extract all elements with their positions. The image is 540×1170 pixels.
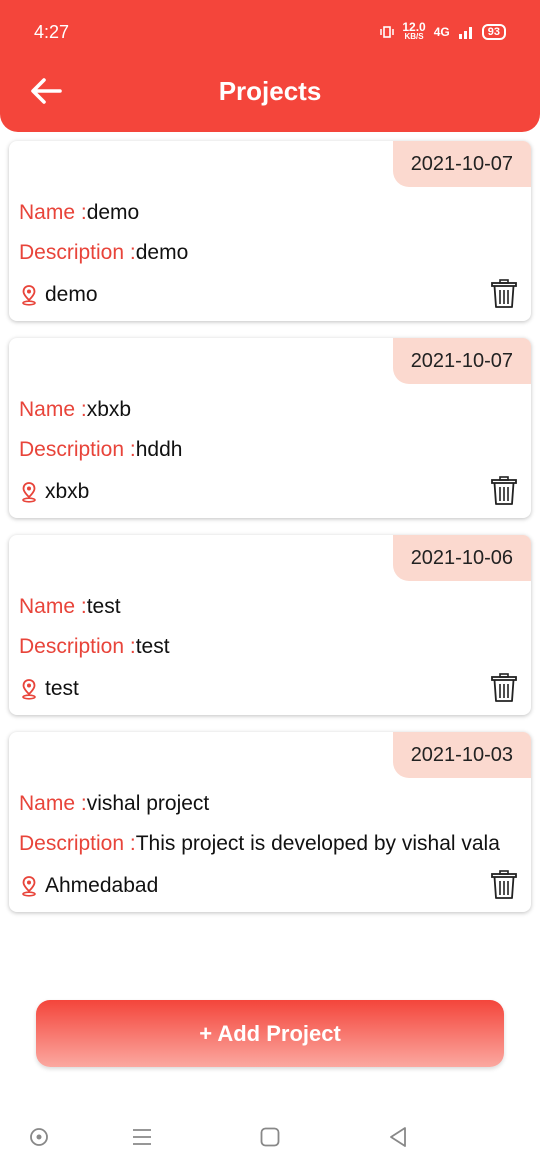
location-value: test (45, 677, 79, 700)
location-value: xbxb (45, 480, 90, 503)
battery-indicator: 93 (481, 24, 506, 40)
menu-icon[interactable] (130, 1125, 154, 1149)
add-project-button[interactable]: + Add Project (36, 1000, 504, 1067)
signal-icon (458, 27, 472, 39)
network-type: 4G (433, 25, 450, 39)
project-card-3[interactable]: 2021-10-06 Name : test Description : tes… (9, 535, 531, 715)
page-title: Projects (218, 76, 322, 106)
description-row: Description : hddh (19, 436, 521, 464)
system-nav-bar (0, 1105, 540, 1170)
name-value: test (86, 595, 121, 618)
project-list: 2021-10-07 Name : demo Description : dem… (9, 141, 531, 929)
description-value: demo (135, 241, 189, 264)
date-badge: 2021-10-07 (392, 338, 531, 384)
location-value: demo (45, 283, 98, 306)
description-value: hddh (135, 438, 183, 461)
description-row: Description : test (19, 633, 521, 661)
trash-icon[interactable] (491, 476, 517, 506)
description-value: test (135, 635, 170, 658)
trash-icon[interactable] (491, 870, 517, 900)
status-icons: 12.0 KB/S 4G 93 (380, 20, 506, 42)
name-value: demo (86, 201, 140, 224)
location-row: test (19, 675, 521, 703)
name-label: Name : (19, 201, 87, 224)
back-triangle-icon[interactable] (386, 1125, 410, 1149)
speed-unit: KB/S (404, 32, 424, 41)
name-label: Name : (19, 792, 87, 815)
square-icon[interactable] (258, 1125, 282, 1149)
trash-icon[interactable] (491, 279, 517, 309)
location-pin-icon (22, 482, 36, 503)
location-pin-icon (22, 876, 36, 897)
location-pin-icon (22, 285, 36, 306)
project-card-2[interactable]: 2021-10-07 Name : xbxb Description : hdd… (9, 338, 531, 518)
name-label: Name : (19, 595, 87, 618)
speed-value: 12.0 (402, 20, 426, 34)
location-value: Ahmedabad (45, 874, 159, 897)
date-badge: 2021-10-07 (392, 141, 531, 187)
description-row: Description : This project is developed … (19, 830, 521, 858)
description-value: This project is developed by vishal vala (135, 832, 500, 855)
description-row: Description : demo (19, 239, 521, 267)
vibrate-icon (380, 26, 395, 38)
location-row: xbxb (19, 478, 521, 506)
date-badge: 2021-10-06 (392, 535, 531, 581)
name-value: vishal project (86, 792, 210, 815)
location-row: demo (19, 281, 521, 309)
home-circle-icon[interactable] (27, 1125, 51, 1149)
description-label: Description : (19, 241, 136, 264)
app-header: 4:27 12.0 KB/S 4G 93 Projects (0, 0, 540, 132)
description-label: Description : (19, 635, 136, 658)
project-card-1[interactable]: 2021-10-07 Name : demo Description : dem… (9, 141, 531, 321)
trash-icon[interactable] (491, 673, 517, 703)
location-row: Ahmedabad (19, 872, 521, 900)
name-value: xbxb (86, 398, 132, 421)
description-label: Description : (19, 832, 136, 855)
status-time: 4:27 (34, 22, 70, 42)
network-speed: 12.0 KB/S (402, 20, 426, 42)
name-label: Name : (19, 398, 87, 421)
project-card-4[interactable]: 2021-10-03 Name : vishal project Descrip… (9, 732, 531, 912)
location-pin-icon (22, 679, 36, 700)
date-badge: 2021-10-03 (392, 732, 531, 778)
description-label: Description : (19, 438, 136, 461)
